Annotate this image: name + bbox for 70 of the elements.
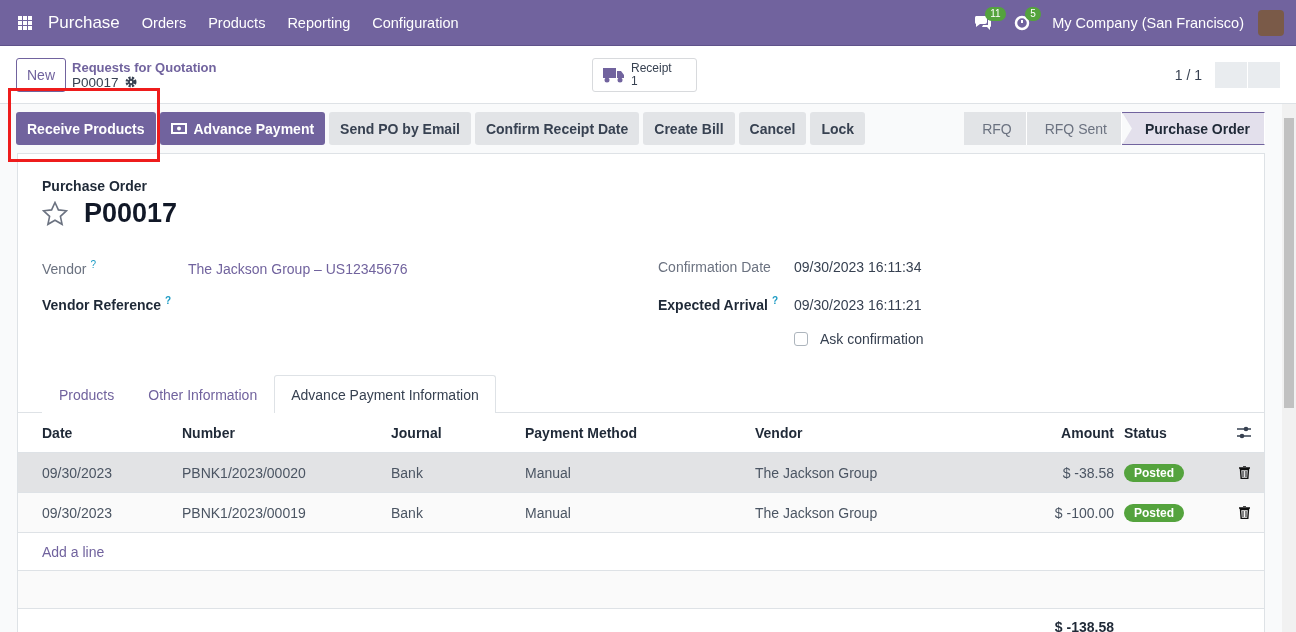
field-label: Expected Arrival $^{?}$ (658, 295, 780, 313)
status-badge: Posted (1124, 463, 1184, 482)
new-button[interactable]: New (16, 57, 66, 92)
table-cell-text: $ -38.58 (1061, 464, 1114, 481)
action-button[interactable]: Receive Products (16, 112, 156, 145)
app-name[interactable]: Purchase (48, 12, 120, 33)
menu-item[interactable]: Orders (141, 14, 187, 31)
money-icon (170, 123, 187, 134)
status-badge: Posted (1124, 503, 1184, 522)
action-button[interactable]: Send PO by Email (329, 112, 471, 145)
table-cell-text: Manual (525, 464, 572, 481)
message-count-badge: 11 (985, 6, 1006, 21)
clock-icon[interactable] (1014, 14, 1031, 31)
status-stage[interactable]: RFQ Sent (1026, 112, 1122, 145)
tab[interactable]: Advance Payment Information (274, 375, 496, 413)
table-cell-text: PBNK1/2023/00019 (182, 504, 307, 521)
apps-grid-icon[interactable] (18, 15, 32, 30)
column-header[interactable]: Payment Method (525, 424, 755, 441)
receipt-smart-button[interactable]: Receipt 1 (592, 57, 697, 92)
form-subtitle: Purchase Order (41, 178, 149, 194)
gear-icon[interactable] (124, 76, 137, 88)
column-header[interactable]: Journal (391, 424, 525, 441)
column-header[interactable]: Number (182, 424, 391, 441)
table-cell-text: Bank (391, 464, 424, 481)
action-button[interactable]: Lock (810, 112, 866, 145)
table-cell-text: The Jackson Group (755, 464, 879, 481)
table-cell-text: PBNK1/2023/00020 (182, 464, 307, 481)
field-value: 09/30/2023 16:11:34 (794, 259, 923, 275)
star-icon[interactable] (42, 201, 68, 226)
vendor-link[interactable]: The Jackson Group – US12345676 (188, 260, 658, 277)
field-value: 09/30/2023 16:11:21 (794, 296, 923, 313)
table-row[interactable]: 09/30/2023 PBNK1/2023/00020 Bank Manual The Jackson Group $ -38.58 Posted (18, 453, 1264, 493)
add-line-link[interactable]: Add a line (42, 543, 105, 560)
table-cell-text: 09/30/2023 (42, 504, 114, 521)
pager-value: 1 / 1 (1174, 66, 1202, 83)
record-name: P00017 (72, 74, 119, 90)
table-cell-text: Manual (525, 504, 572, 521)
trash-icon[interactable] (1238, 506, 1250, 519)
column-header[interactable]: Vendor (755, 424, 994, 441)
action-button[interactable]: Cancel (738, 112, 807, 145)
breadcrumb-link[interactable]: Requests for Quotation (72, 59, 592, 75)
action-button[interactable]: Advance Payment (159, 112, 326, 145)
activity-count-badge: 5 (1025, 6, 1041, 21)
scrollbar[interactable] (1282, 104, 1296, 632)
menu-item[interactable]: Configuration (372, 14, 459, 31)
truck-icon (603, 66, 625, 83)
column-header[interactable]: Amount (994, 424, 1114, 441)
table-row[interactable]: 09/30/2023 PBNK1/2023/00019 Bank Manual The Jackson Group $ -100.00 Posted (18, 493, 1264, 533)
action-button[interactable]: Confirm Receipt Date (474, 112, 640, 145)
table-cell-text: 09/30/2023 (42, 464, 114, 481)
status-stage[interactable]: RFQ (964, 112, 1027, 145)
checkbox[interactable] (794, 332, 808, 346)
field-label: Vendor $^{?}$ (42, 259, 97, 277)
action-button[interactable]: Create Bill (643, 112, 735, 145)
column-header[interactable]: Date (42, 424, 182, 441)
column-header[interactable]: Status (1124, 424, 1224, 441)
menu-item[interactable]: Products (208, 14, 266, 31)
table-cell-text: Bank (391, 504, 424, 521)
table-cell-text: The Jackson Group (755, 504, 879, 521)
field-label: Vendor Reference $^{?}$ (42, 295, 173, 313)
checkbox-label: Ask confirmation (820, 331, 924, 347)
sliders-icon[interactable] (1237, 426, 1251, 439)
table-cell-text: $ -100.00 (1053, 504, 1114, 521)
menu-item[interactable]: Reporting (287, 14, 351, 31)
company-name[interactable]: My Company (San Francisco) (1052, 14, 1244, 31)
field-label: Confirmation Date (658, 259, 772, 275)
chat-icon[interactable] (974, 14, 993, 31)
record-title: P00017 (84, 198, 178, 229)
trash-icon[interactable] (1238, 466, 1250, 479)
status-stage[interactable]: Purchase Order (1121, 112, 1265, 145)
